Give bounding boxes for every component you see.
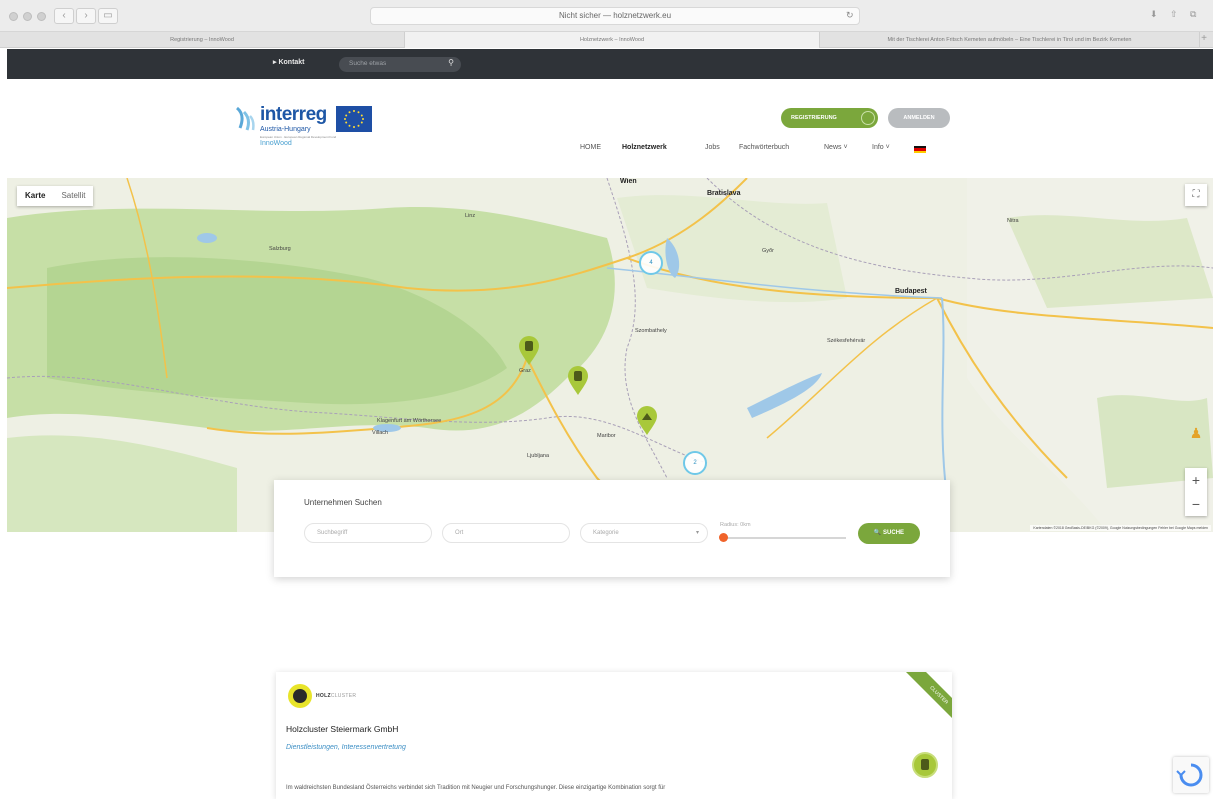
map-type-satellit[interactable]: Satellit: [53, 186, 93, 206]
maximize-window-button[interactable]: [37, 12, 46, 21]
category-select[interactable]: Kategorie ▾: [580, 523, 708, 543]
map-label-bratislava: Bratislava: [707, 190, 741, 197]
map-background: [7, 178, 1213, 532]
top-search-placeholder: Suche etwas: [349, 60, 387, 67]
forward-button[interactable]: ›: [76, 8, 96, 24]
logo-eu-text: European Union · European Regional Devel…: [260, 135, 337, 139]
logo-subtitle: Austria-Hungary: [260, 126, 311, 133]
logo-brand: interreg: [260, 104, 327, 125]
street-view-pegman-icon[interactable]: ♟: [1185, 425, 1207, 447]
company-logo-text-1: HOLZ: [316, 693, 331, 699]
map-label-salzburg: Salzburg: [269, 246, 291, 252]
contact-link[interactable]: ▸ Kontakt: [273, 58, 305, 66]
map-label-szombathely: Szombathely: [635, 328, 667, 334]
map-type-karte[interactable]: Karte: [17, 186, 53, 206]
site-logo[interactable]: interreg Austria-Hungary European Union …: [234, 104, 374, 154]
company-card[interactable]: HOLZCLUSTER Holzcluster Steiermark GmbH …: [276, 672, 952, 799]
download-icon[interactable]: ⬇: [1150, 9, 1158, 20]
nav-fachwoerterbuch[interactable]: Fachwörterbuch: [739, 144, 789, 156]
register-label: REGISTRIERUNG: [791, 115, 837, 121]
cluster-ribbon-badge: CLUSTER: [906, 672, 952, 718]
back-button[interactable]: ‹: [54, 8, 74, 24]
map-label-villach: Villach: [372, 430, 389, 436]
search-title: Unternehmen Suchen: [304, 498, 382, 507]
search-icon[interactable]: ⚲: [448, 58, 454, 67]
browser-toolbar: ‹ › ▭ Nicht sicher — holznetzwerk.eu ↻ ⬇…: [0, 0, 1213, 32]
leaf-icon: [235, 106, 255, 131]
company-map[interactable]: Wien Bratislava Budapest Salzburg Klagen…: [7, 178, 1213, 532]
eu-flag-icon: [336, 106, 372, 132]
map-type-control: Karte Satellit: [17, 186, 94, 206]
zoom-out-button[interactable]: −: [1185, 492, 1207, 516]
search-button[interactable]: 🔍 SUCHE: [858, 523, 920, 544]
nav-info[interactable]: Info ˅: [872, 144, 890, 156]
tab-bar: Registrierung – InnoWood Holznetzwerk – …: [0, 32, 1213, 48]
reload-icon[interactable]: ↻: [846, 10, 854, 21]
company-logo-mark: [293, 689, 307, 703]
zoom-in-button[interactable]: +: [1185, 468, 1207, 492]
register-button[interactable]: REGISTRIERUNG: [781, 108, 878, 128]
language-flag-icon[interactable]: [914, 146, 926, 153]
company-logo-text: HOLZCLUSTER: [316, 693, 356, 699]
top-search-input[interactable]: Suche etwas ⚲: [339, 57, 461, 72]
company-search-panel: Unternehmen Suchen Suchbegriff Ort Kateg…: [274, 480, 950, 577]
minimize-window-button[interactable]: [23, 12, 32, 21]
map-label-graz: Graz: [519, 368, 531, 374]
tabs-overview-icon[interactable]: ⧉: [1190, 9, 1196, 20]
close-window-button[interactable]: [9, 12, 18, 21]
nav-holznetzwerk[interactable]: Holznetzwerk: [622, 144, 667, 156]
new-tab-icon[interactable]: +: [1201, 33, 1207, 44]
sidebar-toggle-button[interactable]: ▭: [98, 8, 118, 24]
company-categories[interactable]: Dienstleistungen, Interessenvertretung: [286, 744, 406, 751]
keyword-input[interactable]: Suchbegriff: [304, 523, 432, 543]
nav-news[interactable]: News ˅: [824, 144, 848, 156]
map-label-szekes: Székesfehérvár: [827, 338, 866, 344]
map-marker[interactable]: [636, 406, 658, 436]
map-label-maribor: Maribor: [597, 433, 616, 439]
top-bar: ▸ Kontakt Suche etwas ⚲: [7, 49, 1213, 79]
browser-tab-active[interactable]: Holznetzwerk – InnoWood: [405, 32, 820, 48]
radius-label: Radius: 0km: [720, 522, 751, 528]
register-circle-icon: [861, 111, 875, 125]
browser-tab[interactable]: Mit der Tischlerei Anton Fritsch Kemeten…: [820, 32, 1200, 48]
map-cluster[interactable]: 4: [639, 251, 663, 275]
recaptcha-icon[interactable]: [1173, 757, 1209, 793]
map-attribution[interactable]: Kartendaten ©2018 GeoBasis-DE/BKG (©2009…: [1030, 525, 1211, 531]
map-label-gyor: Győr: [762, 248, 774, 254]
category-placeholder: Kategorie: [593, 530, 619, 536]
zoom-control: + −: [1185, 468, 1207, 516]
radius-slider-track[interactable]: [724, 537, 846, 539]
share-icon[interactable]: ⇧: [1170, 9, 1178, 20]
browser-tab[interactable]: Registrierung – InnoWood: [0, 32, 405, 48]
map-marker[interactable]: [567, 366, 589, 396]
map-label-budapest: Budapest: [895, 288, 927, 295]
chevron-down-icon: ▾: [695, 530, 699, 536]
nav-jobs[interactable]: Jobs: [705, 144, 720, 156]
nav-home[interactable]: HOME: [580, 144, 601, 156]
map-label-ljubljana: Ljubljana: [527, 453, 550, 459]
company-logo-text-2: CLUSTER: [330, 693, 357, 699]
map-cluster[interactable]: 2: [683, 451, 707, 475]
company-marker-icon: [912, 752, 938, 778]
login-button[interactable]: ANMELDEN: [888, 108, 950, 128]
company-description: Im waldreichsten Bundesland Österreichs …: [286, 785, 666, 791]
map-label-linz: Linz: [465, 213, 476, 219]
company-name[interactable]: Holzcluster Steiermark GmbH: [286, 724, 398, 734]
location-input[interactable]: Ort: [442, 523, 570, 543]
map-label-wien: Wien: [620, 178, 637, 185]
map-label-klagenfurt: Klagenfurt am Wörthersee: [377, 418, 442, 424]
map-label-nitra: Nitra: [1007, 218, 1019, 224]
radius-slider-handle[interactable]: [719, 533, 728, 542]
map-marker[interactable]: [518, 336, 540, 366]
logo-project: InnoWood: [260, 140, 292, 147]
fullscreen-icon[interactable]: ⛶: [1185, 184, 1207, 206]
address-bar[interactable]: Nicht sicher — holznetzwerk.eu: [370, 7, 860, 25]
